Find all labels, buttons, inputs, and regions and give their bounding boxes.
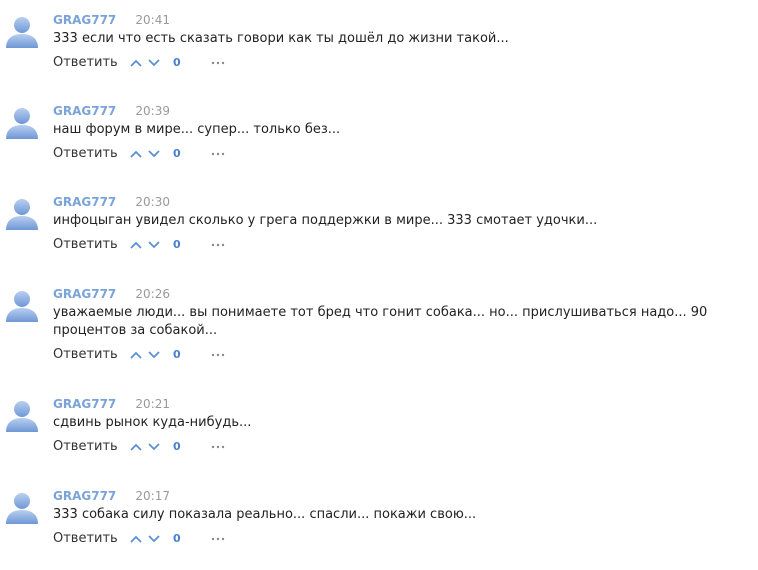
reply-button[interactable]: Ответить [53, 145, 127, 163]
author-link[interactable]: GRAG777 [53, 397, 116, 411]
user-silhouette-icon [6, 108, 38, 139]
more-dots-icon [211, 152, 224, 156]
downvote-button[interactable] [145, 346, 163, 364]
avatar[interactable] [3, 488, 41, 526]
chevron-down-icon [148, 150, 160, 158]
downvote-button[interactable] [145, 54, 163, 72]
comment-actions: Ответить 0 [53, 145, 743, 163]
comment-text: сдвинь рынок куда-нибудь... [53, 415, 252, 430]
author-link[interactable]: GRAG777 [53, 13, 116, 27]
reply-button[interactable]: Ответить [53, 530, 127, 548]
chevron-up-icon [130, 150, 142, 158]
comment-body: GRAG777 20:17 333 собака силу показала р… [53, 486, 743, 548]
author-link[interactable]: GRAG777 [53, 287, 116, 301]
comment-time: 20:26 [135, 287, 170, 301]
avatar[interactable] [3, 103, 41, 141]
more-dots-icon [211, 537, 224, 541]
author-link[interactable]: GRAG777 [53, 104, 116, 118]
comment-body: GRAG777 20:41 333 если что есть сказать … [53, 10, 743, 72]
comment-text: уважаемые люди... вы понимаете тот бред … [53, 305, 708, 338]
user-silhouette-icon [6, 291, 38, 322]
more-button[interactable] [211, 438, 227, 456]
upvote-button[interactable] [127, 54, 145, 72]
reply-button[interactable]: Ответить [53, 54, 127, 72]
vote-count: 0 [173, 147, 181, 160]
vote-count: 0 [173, 440, 181, 453]
comment-body: GRAG777 20:21 сдвинь рынок куда-нибудь..… [53, 394, 743, 456]
more-button[interactable] [211, 54, 227, 72]
user-silhouette-icon [6, 493, 38, 524]
vote-count: 0 [173, 348, 181, 361]
upvote-button[interactable] [127, 438, 145, 456]
comment-text: инфоцыган увидел сколько у грега поддерж… [53, 213, 598, 228]
comment-text: 333 собака силу показала реально... спас… [53, 507, 477, 522]
comment-text: наш форум в мире... супер... только без.… [53, 122, 341, 137]
comment-meta: GRAG777 20:21 [53, 394, 743, 412]
comment-time: 20:30 [135, 195, 170, 209]
chevron-down-icon [148, 241, 160, 249]
downvote-button[interactable] [145, 530, 163, 548]
upvote-button[interactable] [127, 236, 145, 254]
comment-meta: GRAG777 20:39 [53, 101, 743, 119]
more-dots-icon [211, 445, 224, 449]
comment-actions: Ответить 0 [53, 54, 743, 72]
avatar[interactable] [3, 396, 41, 434]
reply-button[interactable]: Ответить [53, 438, 127, 456]
downvote-button[interactable] [145, 438, 163, 456]
more-dots-icon [211, 353, 224, 357]
vote-count: 0 [173, 532, 181, 545]
chevron-down-icon [148, 443, 160, 451]
comment-meta: GRAG777 20:30 [53, 192, 743, 210]
downvote-button[interactable] [145, 145, 163, 163]
upvote-button[interactable] [127, 145, 145, 163]
user-silhouette-icon [6, 199, 38, 230]
comment-body: GRAG777 20:39 наш форум в мире... супер.… [53, 101, 743, 163]
comment-time: 20:39 [135, 104, 170, 118]
chevron-up-icon [130, 351, 142, 359]
more-button[interactable] [211, 530, 227, 548]
chevron-up-icon [130, 535, 142, 543]
avatar[interactable] [3, 12, 41, 50]
upvote-button[interactable] [127, 530, 145, 548]
comment-actions: Ответить 0 [53, 346, 743, 364]
comment-time: 20:17 [135, 489, 170, 503]
chevron-down-icon [148, 351, 160, 359]
upvote-button[interactable] [127, 346, 145, 364]
comment-actions: Ответить 0 [53, 530, 743, 548]
comment-actions: Ответить 0 [53, 236, 743, 254]
chevron-down-icon [148, 535, 160, 543]
comment-meta: GRAG777 20:26 [53, 284, 743, 302]
author-link[interactable]: GRAG777 [53, 195, 116, 209]
avatar[interactable] [3, 286, 41, 324]
downvote-button[interactable] [145, 236, 163, 254]
comment-meta: GRAG777 20:17 [53, 486, 743, 504]
comment-time: 20:21 [135, 397, 170, 411]
user-silhouette-icon [6, 401, 38, 432]
author-link[interactable]: GRAG777 [53, 489, 116, 503]
more-button[interactable] [211, 145, 227, 163]
comment-text: 333 если что есть сказать говори как ты … [53, 31, 509, 46]
vote-count: 0 [173, 238, 181, 251]
chevron-up-icon [130, 443, 142, 451]
chevron-up-icon [130, 241, 142, 249]
more-button[interactable] [211, 346, 227, 364]
chevron-down-icon [148, 59, 160, 67]
user-silhouette-icon [6, 17, 38, 48]
comment-body: GRAG777 20:26 уважаемые люди... вы поним… [53, 284, 743, 364]
more-button[interactable] [211, 236, 227, 254]
comment-body: GRAG777 20:30 инфоцыган увидел сколько у… [53, 192, 743, 254]
chevron-up-icon [130, 59, 142, 67]
more-dots-icon [211, 243, 224, 247]
comment-actions: Ответить 0 [53, 438, 743, 456]
reply-button[interactable]: Ответить [53, 346, 127, 364]
more-dots-icon [211, 61, 224, 65]
comment-time: 20:41 [135, 13, 170, 27]
reply-button[interactable]: Ответить [53, 236, 127, 254]
comment-meta: GRAG777 20:41 [53, 10, 743, 28]
avatar[interactable] [3, 194, 41, 232]
vote-count: 0 [173, 56, 181, 69]
